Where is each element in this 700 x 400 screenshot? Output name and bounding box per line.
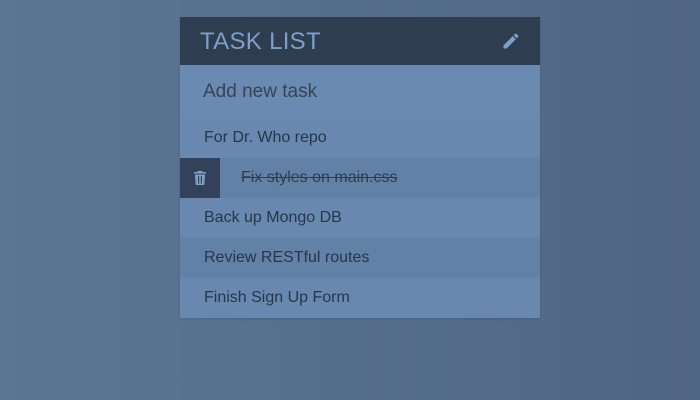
task-label: Finish Sign Up Form — [204, 289, 350, 306]
task-item[interactable]: Back up Mongo DB — [180, 198, 540, 238]
task-label: For Dr. Who repo — [204, 129, 327, 146]
pencil-icon — [503, 32, 519, 48]
task-item[interactable]: Finish Sign Up Form — [180, 278, 540, 318]
task-list: For Dr. Who repo Fix styles on main.css … — [180, 118, 540, 318]
new-task-input[interactable] — [203, 80, 503, 103]
task-item[interactable]: Review RESTful routes — [180, 238, 540, 278]
task-list-card: TASK LIST For Dr. Who repo Fix styles on… — [180, 17, 540, 318]
task-item-completed[interactable]: Fix styles on main.css — [180, 158, 540, 198]
task-item[interactable]: For Dr. Who repo — [180, 118, 540, 158]
delete-task-button[interactable] — [180, 158, 220, 198]
edit-button[interactable] — [500, 30, 522, 52]
task-list-header: TASK LIST — [180, 17, 540, 65]
new-task-row — [180, 65, 540, 118]
task-label: Review RESTful routes — [204, 249, 370, 266]
trash-icon — [194, 171, 206, 185]
task-list-title: TASK LIST — [200, 27, 321, 55]
task-label: Back up Mongo DB — [204, 209, 342, 226]
